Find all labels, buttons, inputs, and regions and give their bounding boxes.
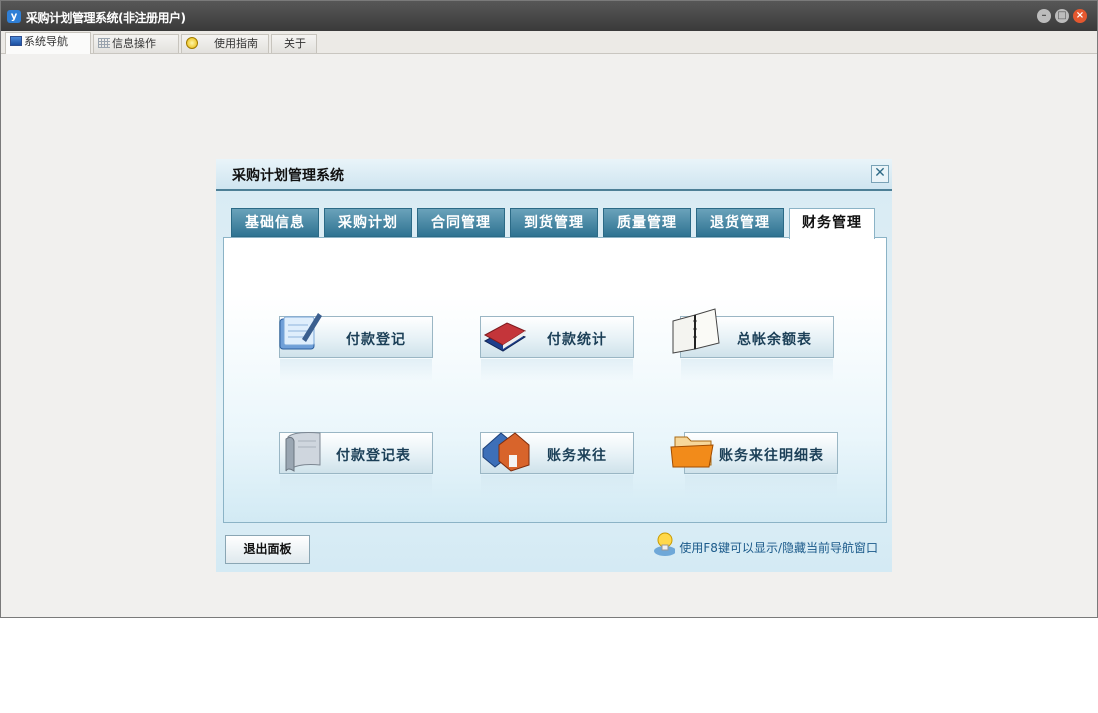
button-label: 付款登记表 bbox=[336, 448, 411, 464]
panel-close-button[interactable]: ✕ bbox=[871, 165, 889, 183]
hint-text: 使用F8键可以显示/隐藏当前导航窗口 bbox=[679, 541, 878, 555]
tab-contract-management[interactable]: 合同管理 bbox=[417, 208, 505, 237]
tab-system-navigation[interactable]: 系统导航 bbox=[5, 32, 91, 54]
house-icon bbox=[482, 432, 530, 472]
payment-registration-button[interactable]: 付款登记 bbox=[279, 313, 433, 381]
tab-label: 信息操作 bbox=[112, 37, 156, 50]
books-icon bbox=[483, 322, 527, 352]
notebook-pen-icon bbox=[279, 313, 322, 350]
close-button[interactable]: × bbox=[1073, 9, 1087, 23]
tab-basic-info[interactable]: 基础信息 bbox=[231, 208, 319, 237]
exit-panel-button[interactable]: 退出面板 bbox=[225, 535, 310, 564]
lightbulb-icon bbox=[654, 532, 676, 556]
tab-info-operations[interactable]: 信息操作 bbox=[93, 34, 179, 53]
tab-arrival-management[interactable]: 到货管理 bbox=[510, 208, 598, 237]
folder-icon bbox=[670, 436, 714, 468]
tab-purchase-plan[interactable]: 采购计划 bbox=[324, 208, 412, 237]
button-label: 总帐余额表 bbox=[737, 332, 812, 348]
tab-finance-management[interactable]: 财务管理 bbox=[789, 208, 875, 239]
tab-content-area: 付款登记 付款统计 总帐余额表 付款登记表 账务来往 账务来往明细表 bbox=[223, 237, 887, 523]
bulb-icon bbox=[186, 37, 198, 49]
account-transactions-button[interactable]: 账务来往 bbox=[480, 432, 634, 497]
tab-quality-management[interactable]: 质量管理 bbox=[603, 208, 691, 237]
button-label: 账务来往 bbox=[547, 448, 607, 464]
payment-statistics-button[interactable]: 付款统计 bbox=[480, 316, 634, 381]
grid-icon bbox=[98, 38, 110, 48]
window-title: 采购计划管理系统(非注册用户) bbox=[26, 11, 186, 25]
general-ledger-balance-button[interactable]: 总帐余额表 bbox=[672, 308, 834, 381]
maximize-button[interactable]: □ bbox=[1055, 9, 1069, 23]
title-bar[interactable]: y 采购计划管理系统(非注册用户) – □ × bbox=[1, 1, 1097, 31]
app-logo-icon: y bbox=[7, 10, 21, 23]
button-label: 付款登记 bbox=[346, 332, 406, 348]
tab-label: 关于 bbox=[284, 37, 306, 50]
tab-user-guide[interactable]: 使用指南 bbox=[181, 34, 269, 53]
account-transactions-detail-button[interactable]: 账务来往明细表 bbox=[670, 432, 838, 497]
open-book-icon bbox=[672, 308, 720, 354]
button-label: 付款统计 bbox=[547, 332, 607, 348]
monitor-icon bbox=[10, 36, 22, 46]
payment-register-table-button[interactable]: 付款登记表 bbox=[279, 432, 433, 497]
button-label: 账务来往明细表 bbox=[719, 448, 824, 464]
panel-header: 采购计划管理系统 ✕ bbox=[216, 159, 892, 191]
panel-title: 采购计划管理系统 bbox=[232, 168, 344, 184]
main-window: y 采购计划管理系统(非注册用户) – □ × 系统导航 信息操作 使用指南 关… bbox=[0, 0, 1098, 618]
tab-about[interactable]: 关于 bbox=[271, 34, 317, 53]
tab-return-management[interactable]: 退货管理 bbox=[696, 208, 784, 237]
tab-label: 系统导航 bbox=[24, 35, 68, 48]
f8-hint: 使用F8键可以显示/隐藏当前导航窗口 bbox=[654, 532, 878, 556]
minimize-button[interactable]: – bbox=[1037, 9, 1051, 23]
navigation-panel: 采购计划管理系统 ✕ 基础信息 采购计划 合同管理 到货管理 质量管理 退货管理… bbox=[216, 159, 892, 572]
top-tab-bar: 系统导航 信息操作 使用指南 关于 bbox=[1, 31, 1097, 54]
tab-label: 使用指南 bbox=[214, 37, 258, 50]
scroll-icon bbox=[285, 432, 321, 472]
